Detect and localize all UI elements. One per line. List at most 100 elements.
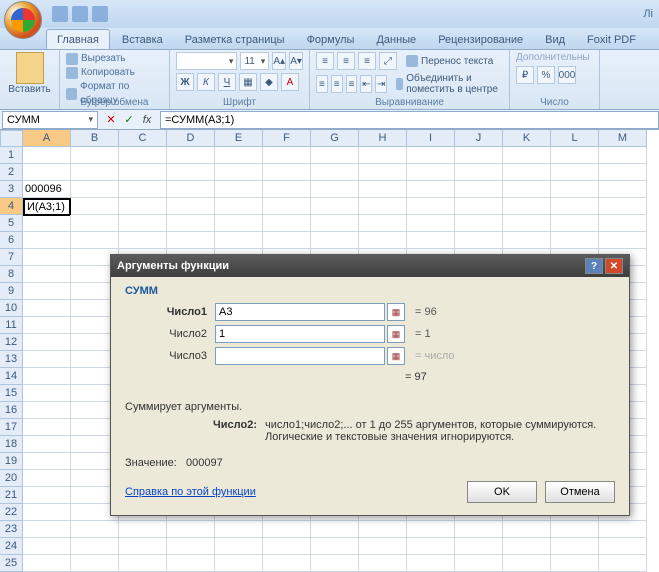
col-header[interactable]: F [263, 130, 311, 147]
cell[interactable] [311, 164, 359, 181]
cell[interactable] [23, 538, 71, 555]
row-header[interactable]: 2 [0, 164, 23, 181]
row-header[interactable]: 1 [0, 147, 23, 164]
align-right-icon[interactable]: ≡ [346, 75, 358, 93]
cell[interactable] [263, 521, 311, 538]
cell[interactable] [215, 198, 263, 215]
row-header[interactable]: 18 [0, 436, 23, 453]
cell[interactable] [167, 555, 215, 572]
shrink-font-icon[interactable]: A▾ [289, 52, 303, 70]
cell[interactable] [119, 147, 167, 164]
row-header[interactable]: 8 [0, 266, 23, 283]
cell[interactable] [359, 538, 407, 555]
redo-icon[interactable] [92, 6, 108, 22]
cell[interactable] [359, 555, 407, 572]
merge-button[interactable]: Объединить и поместить в центре [396, 73, 503, 95]
cell[interactable] [119, 521, 167, 538]
paste-icon[interactable] [16, 52, 44, 84]
cell[interactable] [23, 215, 71, 232]
dialog-titlebar[interactable]: Аргументы функции ? ✕ [111, 255, 629, 277]
indent-dec-icon[interactable]: ⇤ [360, 75, 372, 93]
cell[interactable] [263, 555, 311, 572]
row-header[interactable]: 16 [0, 402, 23, 419]
accept-icon[interactable]: ✓ [122, 113, 136, 127]
row-header[interactable]: 6 [0, 232, 23, 249]
cell[interactable] [263, 538, 311, 555]
cut-button[interactable]: Вырезать [66, 52, 163, 66]
row-header[interactable]: 14 [0, 368, 23, 385]
cell[interactable] [359, 147, 407, 164]
cell[interactable] [551, 181, 599, 198]
cell[interactable] [599, 198, 647, 215]
cell[interactable] [407, 215, 455, 232]
cell[interactable] [167, 232, 215, 249]
cell[interactable] [23, 283, 71, 300]
cell[interactable] [215, 164, 263, 181]
copy-button[interactable]: Копировать [66, 66, 163, 80]
col-header[interactable]: B [71, 130, 119, 147]
cell[interactable] [359, 215, 407, 232]
cell[interactable] [23, 317, 71, 334]
fx-icon[interactable]: fx [140, 113, 154, 127]
close-icon[interactable]: ✕ [605, 258, 623, 274]
cell[interactable] [263, 181, 311, 198]
cell[interactable] [23, 368, 71, 385]
cell[interactable] [455, 232, 503, 249]
cell[interactable] [263, 232, 311, 249]
fill-color-button[interactable]: ◆ [260, 73, 278, 91]
row-header[interactable]: 19 [0, 453, 23, 470]
underline-button[interactable]: Ч [218, 73, 236, 91]
select-all-corner[interactable] [0, 130, 23, 147]
cell[interactable] [23, 249, 71, 266]
cell[interactable] [503, 215, 551, 232]
cell[interactable] [263, 215, 311, 232]
cell[interactable] [503, 147, 551, 164]
row-header[interactable]: 20 [0, 470, 23, 487]
row-header[interactable]: 13 [0, 351, 23, 368]
cell[interactable] [215, 147, 263, 164]
cell[interactable] [23, 470, 71, 487]
tab-data[interactable]: Данные [366, 30, 426, 49]
cell[interactable] [599, 164, 647, 181]
range-picker-icon[interactable]: ▦ [387, 347, 405, 365]
cell[interactable] [23, 300, 71, 317]
cell[interactable] [455, 555, 503, 572]
cell[interactable] [23, 147, 71, 164]
italic-button[interactable]: К [197, 73, 215, 91]
font-size-select[interactable]: 11▾ [240, 52, 269, 70]
cell[interactable] [263, 164, 311, 181]
row-header[interactable]: 3 [0, 181, 23, 198]
cell[interactable] [23, 436, 71, 453]
undo-icon[interactable] [72, 6, 88, 22]
font-family-select[interactable]: ▾ [176, 52, 237, 70]
cell[interactable] [167, 147, 215, 164]
cell[interactable]: 000096 [23, 181, 71, 198]
align-center-icon[interactable]: ≡ [331, 75, 343, 93]
align-bottom-icon[interactable]: ≡ [358, 52, 376, 70]
cell[interactable] [455, 198, 503, 215]
range-picker-icon[interactable]: ▦ [387, 303, 405, 321]
col-header[interactable]: C [119, 130, 167, 147]
cell[interactable] [359, 198, 407, 215]
cell[interactable] [167, 538, 215, 555]
row-header[interactable]: 23 [0, 521, 23, 538]
formula-input[interactable]: =СУММ(A3;1) [160, 111, 659, 129]
tab-foxit[interactable]: Foxit PDF [577, 30, 646, 49]
cell[interactable] [503, 232, 551, 249]
cell[interactable] [119, 198, 167, 215]
cell[interactable] [503, 198, 551, 215]
cell[interactable] [455, 215, 503, 232]
cell[interactable] [311, 232, 359, 249]
arg-input-2[interactable] [215, 325, 385, 343]
cell[interactable] [599, 181, 647, 198]
cell[interactable] [71, 232, 119, 249]
col-header[interactable]: I [407, 130, 455, 147]
cell[interactable] [119, 232, 167, 249]
cell[interactable] [359, 181, 407, 198]
cell[interactable] [311, 147, 359, 164]
cell[interactable] [407, 147, 455, 164]
cell[interactable] [455, 521, 503, 538]
percent-icon[interactable]: % [537, 66, 555, 84]
bold-button[interactable]: Ж [176, 73, 194, 91]
cell[interactable] [359, 521, 407, 538]
